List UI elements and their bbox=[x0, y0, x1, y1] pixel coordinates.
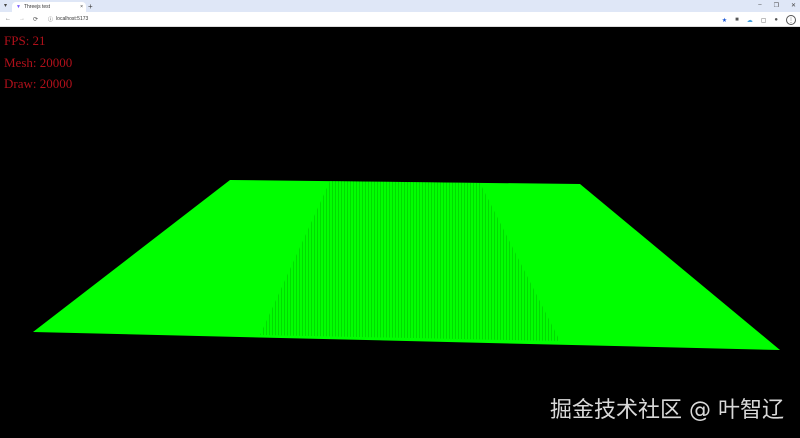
fps-counter: FPS: 21 bbox=[4, 33, 46, 48]
threejs-canvas[interactable] bbox=[0, 0, 800, 438]
draw-counter: Draw: 20000 bbox=[4, 76, 73, 91]
watermark: 掘金技术社区 @ 叶智辽 bbox=[550, 398, 784, 423]
mesh-counter: Mesh: 20000 bbox=[4, 55, 73, 70]
